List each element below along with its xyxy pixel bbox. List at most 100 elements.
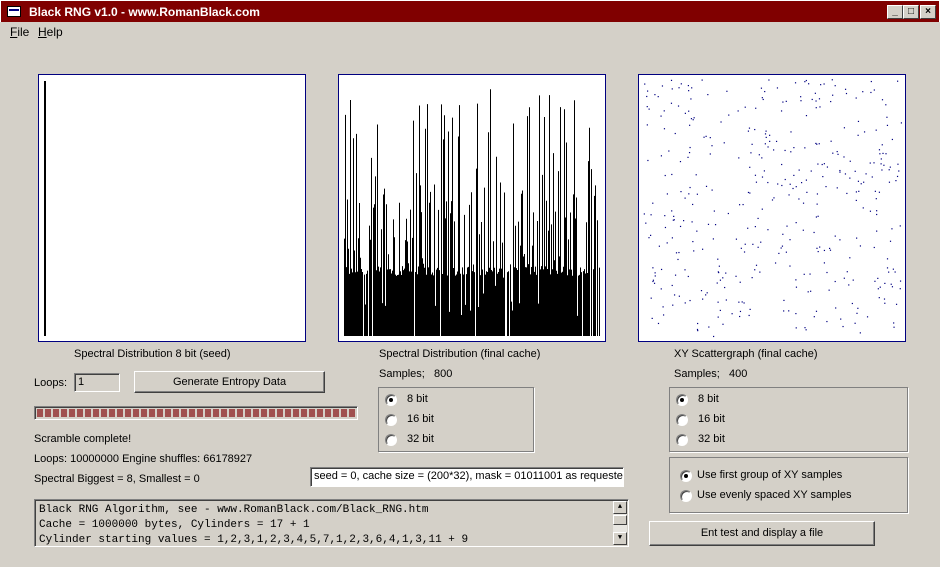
scatter-dot — [717, 258, 719, 260]
scatter-dot — [830, 140, 832, 142]
scatter-dot — [758, 154, 760, 156]
scatter-dot — [889, 166, 891, 168]
maximize-icon[interactable]: □ — [903, 5, 919, 19]
scatter-dot — [690, 98, 692, 100]
menu-file[interactable]: File — [10, 25, 29, 39]
scatter-dot — [650, 297, 652, 299]
seed-info-field[interactable]: seed = 0, cache size = (200*32), mask = … — [310, 467, 624, 487]
scatter-dot — [763, 170, 765, 172]
scatter-dot — [683, 220, 685, 222]
scatter-dot — [866, 316, 869, 318]
scatter-dot — [688, 151, 691, 154]
scatter-dot — [876, 230, 878, 232]
scatter-dot — [881, 144, 883, 146]
scatter-dot — [817, 215, 819, 217]
scatter-dot — [891, 228, 893, 230]
progress-block — [245, 409, 251, 417]
scatter-dot — [673, 219, 675, 221]
scatter-dot — [759, 271, 761, 273]
scatter-dot — [737, 110, 739, 112]
scatter-dot — [768, 79, 770, 81]
loops-input[interactable]: 1 — [74, 373, 120, 392]
progress-block — [165, 409, 171, 417]
progress-block — [109, 409, 115, 417]
scatter-dot — [660, 115, 662, 117]
scatter-dot — [790, 131, 792, 133]
scatter-dot — [879, 286, 881, 288]
progress-block — [253, 409, 259, 417]
close-icon[interactable]: × — [920, 5, 936, 19]
progress-block — [293, 409, 299, 417]
scatter-dot — [862, 207, 864, 209]
scatter-dot — [843, 156, 845, 158]
scatter-dot — [783, 299, 785, 302]
scatter-dot — [773, 149, 775, 151]
scroll-up-icon[interactable]: ▲ — [613, 501, 627, 514]
scatter-dot — [716, 282, 718, 284]
progress-block — [189, 409, 195, 417]
progress-block — [261, 409, 267, 417]
scatter-dot — [755, 107, 757, 109]
title-bar[interactable]: Black RNG v1.0 - www.RomanBlack.com _ □ … — [0, 0, 940, 22]
progress-block — [133, 409, 139, 417]
scatter-dot — [875, 129, 877, 131]
scatter-dot — [723, 142, 725, 144]
ent-test-button[interactable]: Ent test and display a file — [649, 521, 875, 546]
scatter-dot — [894, 271, 896, 273]
spectral-info: Spectral Biggest = 8, Smallest = 0 — [34, 473, 200, 485]
scatter-dot — [883, 298, 886, 300]
app-icon[interactable] — [7, 6, 21, 17]
scatter-dot — [645, 222, 647, 224]
scatter-dot — [897, 163, 899, 165]
scatter-dot — [839, 169, 841, 172]
scatter-dot — [747, 191, 750, 194]
scatter-dot — [840, 318, 842, 320]
scatter-dot — [671, 210, 673, 212]
minimize-icon[interactable]: _ — [887, 5, 903, 19]
progress-block — [157, 409, 163, 417]
progress-block — [37, 409, 43, 417]
scatter-dot — [741, 301, 743, 303]
scatter-dot — [869, 162, 871, 164]
scatter-dot — [775, 140, 778, 143]
scatter-dot — [751, 143, 753, 145]
scatter-dot — [823, 83, 825, 85]
scatter-dot — [800, 100, 802, 102]
scatter-dot — [671, 88, 673, 90]
scatter-dot — [874, 280, 876, 282]
scatter-dot — [844, 88, 847, 90]
scatter-dot — [728, 114, 730, 116]
scatter-dot — [789, 183, 791, 185]
scroll-thumb[interactable] — [613, 515, 627, 525]
scatter-dot — [662, 314, 665, 316]
scatter-dot — [688, 193, 690, 195]
scatter-dot — [828, 247, 831, 250]
scatter-dot — [786, 225, 788, 227]
generate-entropy-button[interactable]: Generate Entropy Data — [134, 371, 325, 393]
scatter-dot — [738, 204, 741, 206]
scatter-dot — [818, 98, 821, 100]
scatter-dot — [869, 210, 872, 212]
scatter-dot — [808, 83, 810, 85]
scatter-dot — [748, 314, 750, 317]
scatter-dot — [664, 174, 666, 177]
scatter-dot — [835, 307, 837, 309]
scatter-dot — [780, 110, 783, 112]
scatter-dot — [725, 299, 727, 301]
scatter-dot — [876, 213, 878, 216]
radio-icon — [385, 434, 397, 446]
scatter-dot — [743, 302, 745, 304]
radio-selected-icon — [680, 470, 692, 482]
scatter-dot — [885, 153, 887, 155]
scatter-dot — [742, 203, 744, 206]
scatter-dot — [761, 176, 764, 178]
log-memo[interactable]: Black RNG Algorithm, see - www.RomanBlac… — [34, 499, 629, 547]
memo-scrollbar[interactable]: ▲ ▼ — [613, 501, 627, 545]
scatter-dot — [888, 169, 890, 171]
menu-help[interactable]: Help — [38, 25, 63, 39]
scatter-dot — [693, 250, 695, 252]
mid-bit-group: 8 bit 16 bit 32 bit — [378, 387, 534, 452]
scatter-dot — [795, 279, 797, 281]
scatter-dot — [886, 124, 889, 126]
scroll-down-icon[interactable]: ▼ — [613, 532, 627, 545]
